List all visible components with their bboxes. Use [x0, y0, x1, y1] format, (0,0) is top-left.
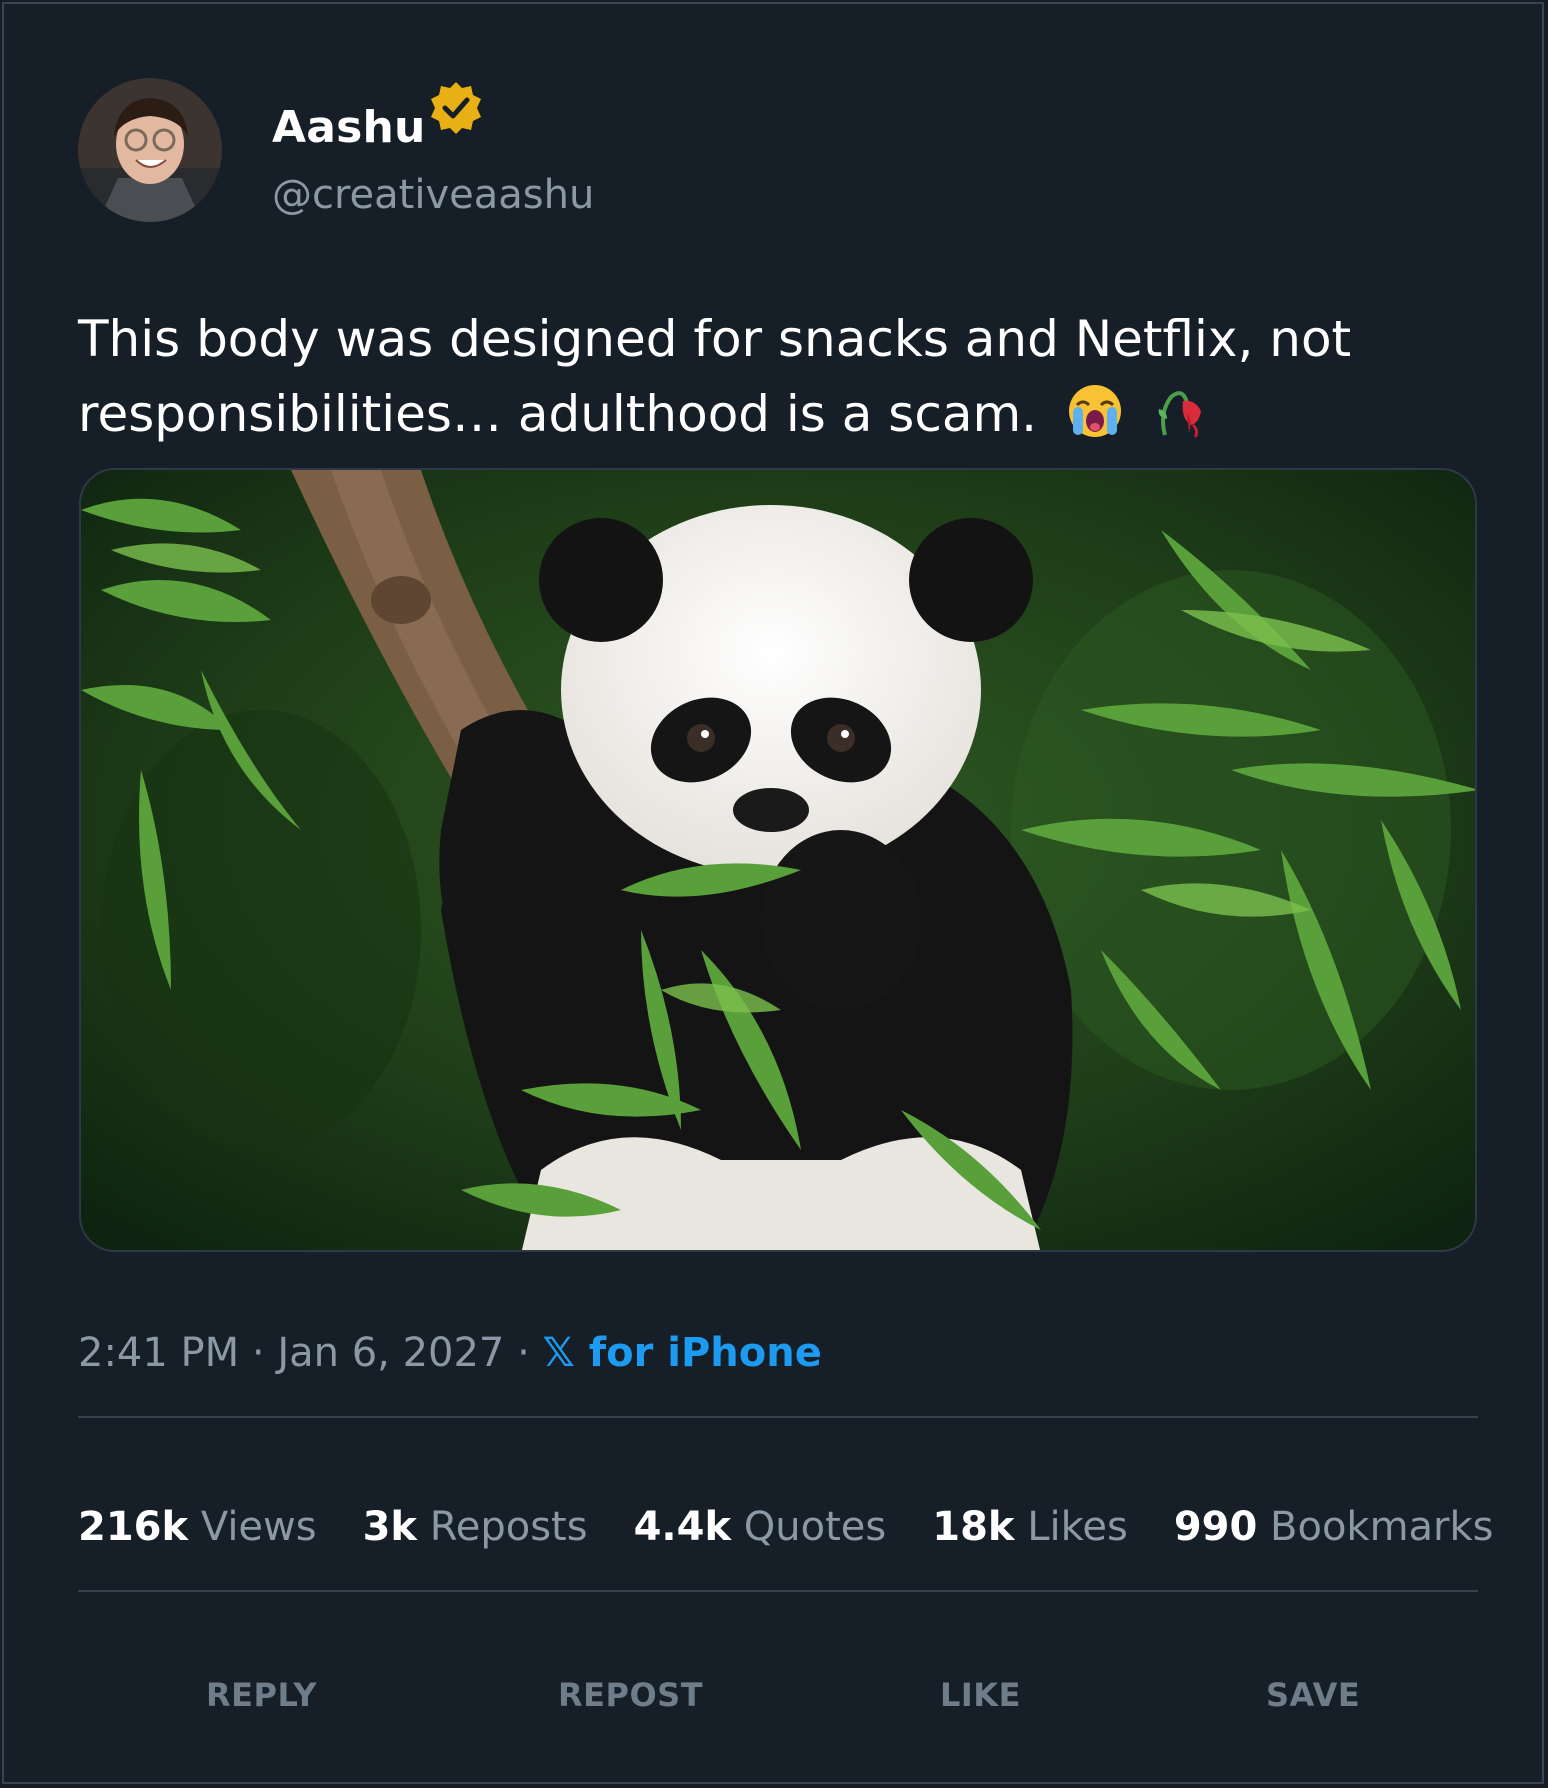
meta-separator: ·: [251, 1330, 265, 1376]
author-handle[interactable]: @creativeaashu: [272, 172, 594, 218]
divider: [78, 1590, 1478, 1592]
x-logo-icon: 𝕏: [542, 1330, 575, 1376]
panda-photo: [81, 470, 1475, 1250]
tweet-image[interactable]: [79, 468, 1477, 1252]
stat-value: 990: [1173, 1504, 1258, 1550]
stat-label: Reposts: [429, 1504, 588, 1550]
save-button[interactable]: SAVE: [1266, 1676, 1360, 1714]
stat-views[interactable]: 216k Views: [78, 1504, 317, 1550]
stat-likes[interactable]: 18k Likes: [932, 1504, 1128, 1550]
tweet-date[interactable]: Jan 6, 2027: [277, 1330, 504, 1376]
avatar[interactable]: [78, 78, 222, 222]
tweet-time[interactable]: 2:41 PM: [78, 1330, 239, 1376]
stat-reposts[interactable]: 3k Reposts: [363, 1504, 588, 1550]
divider: [78, 1416, 1478, 1418]
tweet-card: Aashu @creativeaashu This body was desig…: [2, 2, 1544, 1784]
tweet-metadata: 2:41 PM · Jan 6, 2027 · 𝕏 for iPhone: [78, 1330, 822, 1376]
verified-badge-icon: [428, 80, 484, 136]
action-bar: REPLY REPOST LIKE SAVE: [78, 1676, 1478, 1724]
stat-label: Views: [200, 1504, 317, 1550]
stat-value: 4.4k: [633, 1504, 732, 1550]
stat-value: 3k: [362, 1504, 418, 1550]
stat-value: 18k: [932, 1504, 1015, 1550]
author-name[interactable]: Aashu: [272, 102, 426, 153]
stat-value: 216k: [78, 1504, 189, 1550]
repost-button[interactable]: REPOST: [558, 1676, 703, 1714]
stat-label: Likes: [1027, 1504, 1128, 1550]
like-button[interactable]: LIKE: [940, 1676, 1021, 1714]
stat-bookmarks[interactable]: 990 Bookmarks: [1174, 1504, 1494, 1550]
tweet-text: This body was designed for snacks and Ne…: [78, 302, 1458, 460]
avatar-photo: [78, 78, 222, 222]
stat-label: Quotes: [743, 1504, 887, 1550]
loudly-crying-face-icon: [1067, 383, 1123, 460]
source-link[interactable]: 𝕏 for iPhone: [543, 1330, 822, 1376]
stat-label: Bookmarks: [1270, 1504, 1494, 1550]
reply-button[interactable]: REPLY: [206, 1676, 317, 1714]
wilted-flower-icon: [1153, 383, 1209, 460]
meta-separator: ·: [517, 1330, 530, 1376]
tweet-stats: 216k Views 3k Reposts 4.4k Quotes 18k Likes…: [78, 1504, 1540, 1550]
source-label: for iPhone: [588, 1330, 822, 1376]
stat-quotes[interactable]: 4.4k Quotes: [634, 1504, 887, 1550]
